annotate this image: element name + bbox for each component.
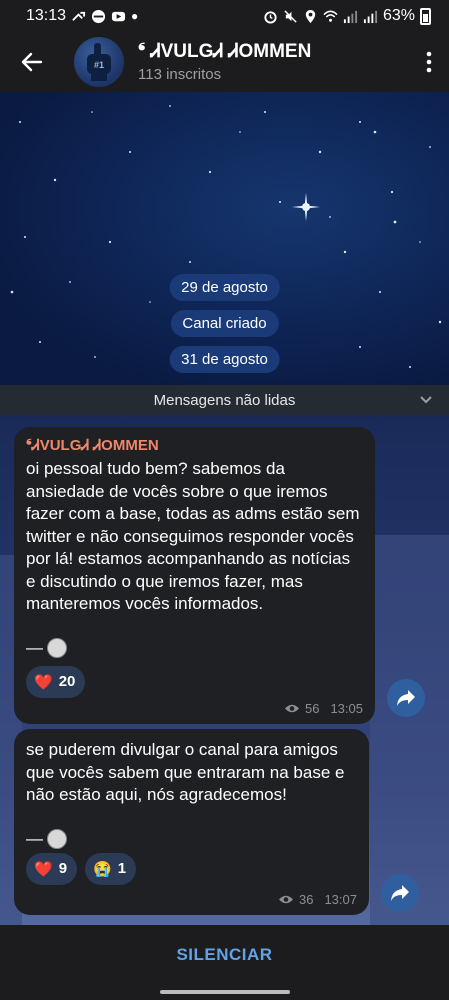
share-button-1[interactable] bbox=[387, 679, 425, 717]
share-button-2[interactable] bbox=[381, 874, 419, 912]
message-bubble-1[interactable]: ❛ᏗVULGᏗ ᏗOMMEN oi pessoal tudo bem? sabe… bbox=[14, 427, 375, 724]
signal-icon-2 bbox=[363, 10, 378, 23]
reactions-row: ❤️ 9 😭 1 bbox=[26, 852, 357, 885]
subscriber-count: 113 inscritos bbox=[138, 66, 222, 83]
battery-icon bbox=[420, 7, 431, 25]
youtube-icon bbox=[111, 11, 126, 21]
home-indicator[interactable] bbox=[160, 990, 290, 994]
kebab-menu-icon bbox=[426, 51, 432, 73]
status-time: 13:13 bbox=[26, 7, 67, 24]
location-icon bbox=[305, 9, 316, 23]
share-arrow-icon bbox=[397, 690, 415, 706]
date-pill-1: 29 de agosto bbox=[169, 274, 280, 301]
chat-header: #1 ❛ ᏗVULGᏗ ᏗOMMEN 113 inscritos bbox=[0, 32, 449, 92]
signature-dash: — bbox=[26, 828, 43, 848]
reaction-heart[interactable]: ❤️ 20 bbox=[26, 665, 86, 698]
signature-dash: — bbox=[26, 637, 43, 657]
share-arrow-icon bbox=[391, 885, 409, 901]
eye-icon bbox=[278, 895, 293, 904]
heart-emoji-icon: ❤️ bbox=[34, 860, 53, 878]
message-meta: 56 13:05 bbox=[284, 701, 363, 716]
stars-decoration bbox=[10, 105, 442, 368]
reaction-count: 20 bbox=[58, 673, 76, 690]
bright-star bbox=[292, 193, 320, 221]
reaction-heart[interactable]: ❤️ 9 bbox=[26, 852, 78, 885]
back-button[interactable] bbox=[0, 32, 64, 92]
channel-avatar[interactable]: #1 bbox=[74, 37, 124, 87]
status-bar: 13:13 ● 63% bbox=[0, 0, 449, 32]
avatar-label: #1 bbox=[94, 60, 104, 70]
more-menu-button[interactable] bbox=[409, 32, 449, 92]
signal-icon bbox=[343, 10, 358, 23]
alarm-icon bbox=[264, 10, 277, 24]
mute-icon bbox=[284, 9, 297, 23]
reaction-count: 9 bbox=[58, 860, 68, 877]
status-left: 13:13 ● bbox=[26, 7, 138, 25]
message-time: 13:07 bbox=[324, 892, 357, 907]
battery-percent: 63% bbox=[382, 7, 415, 24]
message-signature: — bbox=[26, 637, 363, 658]
service-message-created: Canal criado bbox=[170, 310, 279, 337]
message-meta: 36 13:07 bbox=[278, 892, 357, 907]
notification-dot-icon: ● bbox=[131, 9, 139, 23]
unread-label: Mensagens não lidas bbox=[153, 391, 296, 409]
crying-emoji-icon: 😭 bbox=[93, 860, 112, 878]
date-pill-2: 31 de agosto bbox=[169, 346, 280, 373]
reactions-row: ❤️ 20 bbox=[26, 665, 363, 698]
dnd-icon bbox=[91, 9, 106, 23]
volleyball-icon bbox=[47, 637, 67, 658]
status-right: 63% bbox=[263, 7, 431, 25]
channel-titles[interactable]: ❛ ᏗVULGᏗ ᏗOMMEN 113 inscritos bbox=[138, 41, 409, 83]
foam-finger-icon: #1 bbox=[87, 43, 111, 81]
message-signature: — bbox=[26, 828, 357, 849]
reaction-crying[interactable]: 😭 1 bbox=[85, 852, 137, 885]
background-building-right bbox=[370, 535, 449, 925]
missed-call-icon bbox=[72, 11, 86, 21]
bottom-action-bar: SILENCIAR bbox=[0, 925, 449, 985]
message-text: oi pessoal tudo bem? sabemos da ansiedad… bbox=[26, 459, 360, 613]
mute-button[interactable]: SILENCIAR bbox=[176, 945, 272, 965]
message-time: 13:05 bbox=[330, 701, 363, 716]
volleyball-icon bbox=[47, 828, 67, 849]
unread-divider: Mensagens não lidas bbox=[0, 385, 449, 415]
system-nav-bar bbox=[0, 985, 449, 1000]
view-count: 36 bbox=[298, 892, 314, 907]
heart-emoji-icon: ❤️ bbox=[34, 673, 53, 691]
message-author: ❛ᏗVULGᏗ ᏗOMMEN bbox=[26, 437, 159, 454]
chevron-down-icon[interactable] bbox=[419, 393, 433, 407]
eye-icon bbox=[284, 704, 299, 713]
view-count: 56 bbox=[304, 701, 320, 716]
message-text: se puderem divulgar o canal para amigos … bbox=[26, 740, 345, 804]
arrow-left-icon bbox=[21, 52, 43, 72]
message-bubble-2[interactable]: se puderem divulgar o canal para amigos … bbox=[14, 729, 369, 915]
reaction-count: 1 bbox=[117, 860, 127, 877]
wifi-icon bbox=[323, 10, 338, 22]
channel-title: ❛ ᏗVULGᏗ ᏗOMMEN bbox=[138, 41, 312, 62]
chat-background-sky: 29 de agosto Canal criado 31 de agosto bbox=[0, 92, 449, 385]
